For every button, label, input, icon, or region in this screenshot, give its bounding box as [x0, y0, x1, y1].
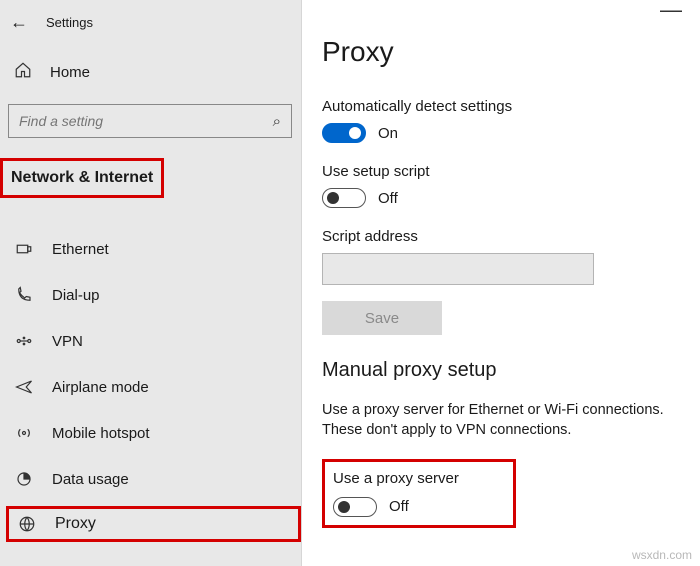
globe-icon — [17, 515, 37, 533]
airplane-icon — [14, 378, 34, 396]
sidebar: ← Settings Home ⌕ Network & Internet Eth… — [0, 0, 302, 566]
manual-desc: Use a proxy server for Ethernet or Wi-Fi… — [322, 400, 700, 441]
sidebar-item-label: Proxy — [55, 515, 96, 533]
data-usage-icon — [14, 470, 34, 488]
sidebar-item-label: VPN — [52, 333, 83, 350]
manual-heading: Manual proxy setup — [322, 359, 700, 382]
sidebar-item-ethernet[interactable]: Ethernet — [0, 226, 301, 272]
sidebar-item-proxy[interactable]: Proxy — [6, 506, 301, 542]
sidebar-item-hotspot[interactable]: Mobile hotspot — [0, 410, 301, 456]
phone-icon — [14, 286, 34, 304]
page-title: Proxy — [322, 36, 700, 68]
setup-script-label: Use setup script — [322, 163, 700, 180]
vpn-icon — [14, 332, 34, 350]
sidebar-item-vpn[interactable]: VPN — [0, 318, 301, 364]
sidebar-item-label: Dial-up — [52, 287, 100, 304]
sidebar-item-datausage[interactable]: Data usage — [0, 456, 301, 502]
auto-detect-label: Automatically detect settings — [322, 98, 700, 115]
sidebar-item-airplane[interactable]: Airplane mode — [0, 364, 301, 410]
search-icon: ⌕ — [273, 113, 281, 130]
search-field[interactable] — [19, 113, 249, 129]
titlebar: ← Settings — [0, 8, 301, 51]
sidebar-item-label: Mobile hotspot — [52, 425, 150, 442]
sidebar-item-label: Airplane mode — [52, 379, 149, 396]
setup-script-state: Off — [378, 190, 398, 207]
script-address-label: Script address — [322, 228, 700, 245]
use-proxy-label: Use a proxy server — [333, 470, 459, 487]
use-proxy-toggle[interactable] — [333, 497, 377, 517]
back-icon[interactable]: ← — [10, 12, 28, 33]
sidebar-item-label: Home — [50, 64, 90, 81]
content-pane: — Proxy Automatically detect settings On… — [302, 0, 700, 566]
save-button[interactable]: Save — [322, 301, 442, 335]
sidebar-item-label: Ethernet — [52, 241, 109, 258]
auto-detect-state: On — [378, 125, 398, 142]
script-address-input[interactable] — [322, 253, 594, 285]
setup-script-toggle[interactable] — [322, 188, 366, 208]
app-title: Settings — [46, 15, 93, 30]
hotspot-icon — [14, 424, 34, 442]
search-input[interactable]: ⌕ — [8, 104, 292, 138]
nav-list: Ethernet Dial-up VPN Airplane mode Mobil… — [0, 226, 301, 542]
sidebar-item-dialup[interactable]: Dial-up — [0, 272, 301, 318]
auto-detect-toggle[interactable] — [322, 123, 366, 143]
use-proxy-group: Use a proxy server Off — [322, 459, 516, 528]
sidebar-item-home[interactable]: Home — [0, 51, 301, 94]
watermark: wsxdn.com — [632, 548, 692, 562]
home-icon — [14, 61, 32, 84]
ethernet-icon — [14, 240, 34, 258]
section-header: Network & Internet — [0, 158, 164, 198]
sidebar-item-label: Data usage — [52, 471, 129, 488]
minimize-icon[interactable]: — — [660, 4, 682, 15]
use-proxy-state: Off — [389, 498, 409, 515]
